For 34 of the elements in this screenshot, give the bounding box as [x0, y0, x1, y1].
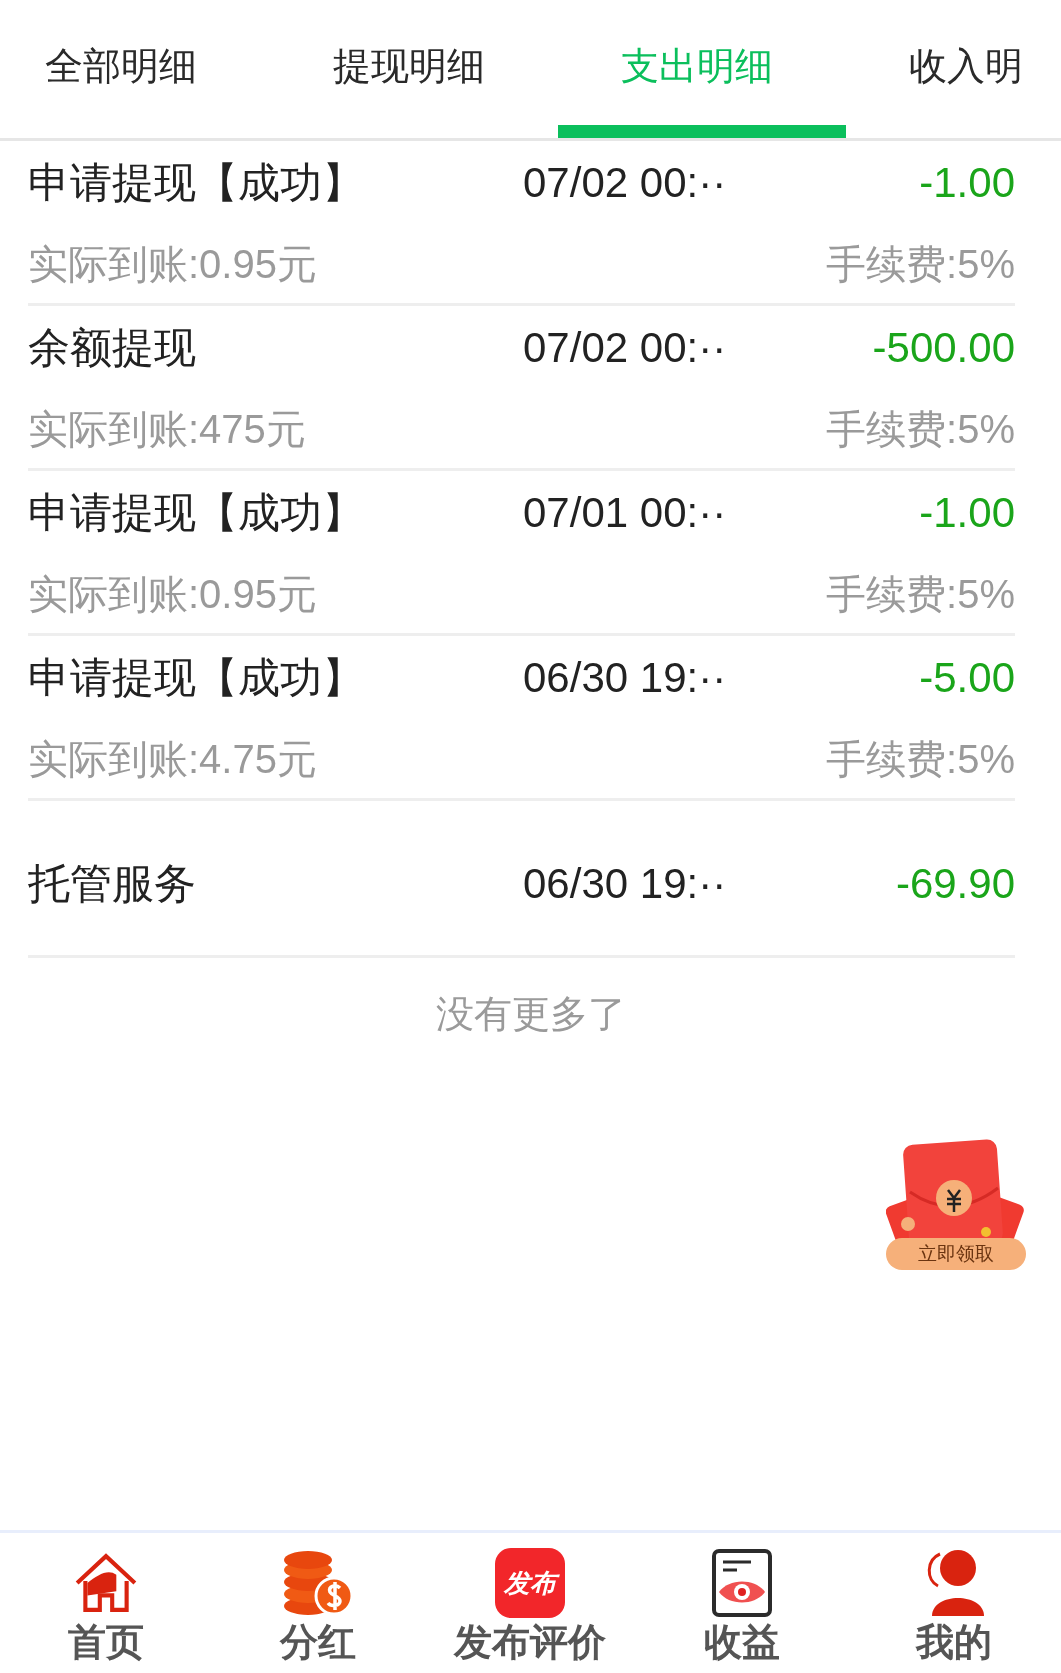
fee-rate: 手续费:5% [826, 570, 1015, 618]
fee-rate: 手续费:5% [826, 405, 1015, 453]
record-time: 07/02 00:·· [523, 322, 728, 373]
nav-item[interactable]: 发布 发布评价 [424, 1547, 636, 1665]
record-title: 申请提现【成功】 [28, 157, 365, 208]
received-amount: 实际到账:475元 [28, 405, 306, 453]
nav-item[interactable]: 收益 [636, 1547, 848, 1665]
tab[interactable]: 全部明细 [0, 0, 270, 138]
fee-rate: 手续费:5% [826, 240, 1015, 288]
record-time: 06/30 19:·· [523, 858, 728, 909]
record-amount: -500.00 [871, 322, 1015, 373]
record-amount: -69.90 [894, 858, 1015, 909]
record-title: 余额提现 [28, 322, 197, 373]
fee-rate: 手续费:5% [826, 735, 1015, 783]
record-time: 07/01 00:·· [523, 487, 728, 538]
record-amount: -1.00 [918, 157, 1015, 208]
tab[interactable]: 提现明细 [270, 0, 558, 138]
record-amount: -1.00 [918, 487, 1015, 538]
record-time: 06/30 19:·· [523, 652, 728, 703]
record-title: 申请提现【成功】 [28, 487, 365, 538]
record-time: 07/02 00:·· [523, 157, 728, 208]
claim-button[interactable]: 立即领取 [886, 1238, 1026, 1270]
end-note: 没有更多了 [435, 992, 626, 1037]
tab[interactable]: 收入明 [846, 0, 1061, 138]
record-amount: -5.00 [918, 652, 1015, 703]
received-amount: 实际到账:0.95元 [28, 240, 317, 288]
document-eye-icon [711, 1548, 773, 1618]
received-amount: 实际到账:0.95元 [28, 570, 317, 618]
nav-item[interactable]: 我的 [848, 1547, 1060, 1665]
record-title: 托管服务 [28, 858, 197, 909]
nav-item[interactable]: 分红 [212, 1547, 424, 1665]
received-amount: 实际到账:4.75元 [28, 735, 317, 783]
record-title: 申请提现【成功】 [28, 652, 365, 703]
nav-item[interactable]: 首页 [0, 1547, 212, 1665]
